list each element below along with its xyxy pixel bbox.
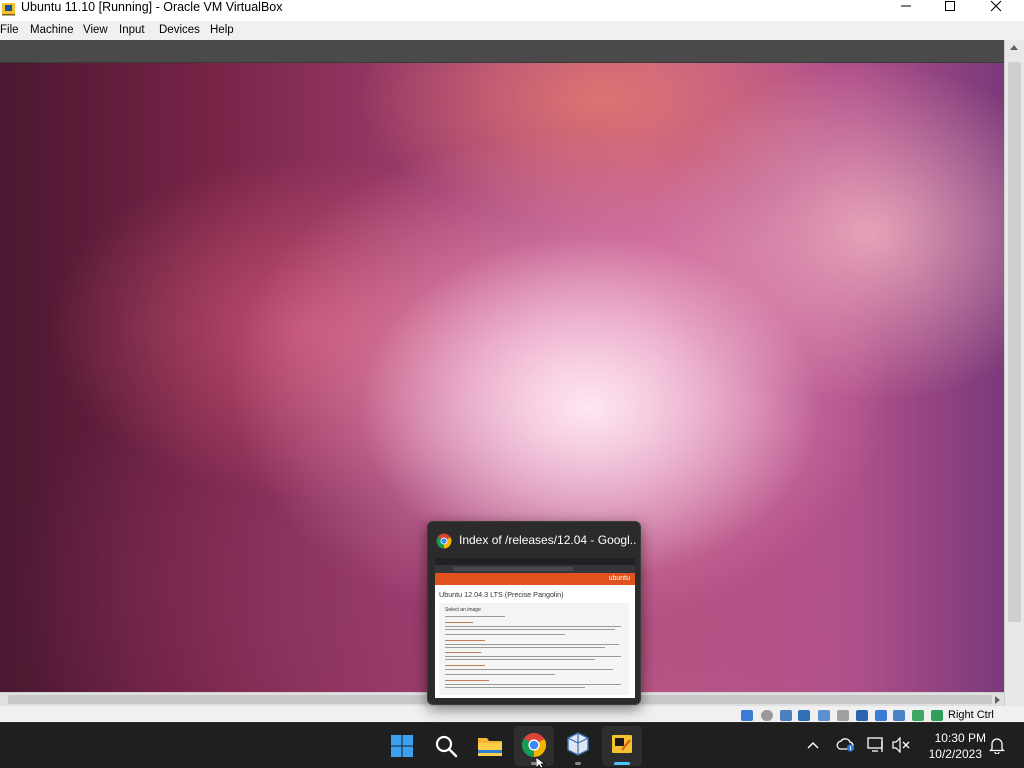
- file-explorer-icon: [478, 738, 502, 756]
- virtualbox-icon: [567, 732, 589, 756]
- thumbnail-tab-strip: [435, 558, 635, 565]
- menu-input[interactable]: Input: [119, 23, 145, 37]
- optical-drive-icon[interactable]: [761, 710, 773, 721]
- thumbnail-page-heading: Ubuntu 12.04.3 LTS (Precise Pangolin): [439, 590, 564, 599]
- search-icon: [435, 735, 458, 758]
- menu-file[interactable]: File: [0, 23, 19, 37]
- maximize-icon: [945, 1, 955, 11]
- mouse-integration-icon[interactable]: [912, 710, 924, 721]
- vm-status-bar: Right Ctrl: [0, 706, 1024, 722]
- network-icon[interactable]: [867, 737, 885, 753]
- scroll-right-arrow[interactable]: [995, 696, 1000, 704]
- file-explorer-button[interactable]: [470, 726, 510, 766]
- chrome-taskbar-button[interactable]: [514, 726, 554, 766]
- close-icon: [990, 0, 1002, 12]
- menu-help[interactable]: Help: [210, 23, 234, 37]
- vm-window-icon: [612, 735, 632, 753]
- preview-window-title: Index of /releases/12.04 - Googl...: [459, 533, 637, 547]
- maximize-button[interactable]: [927, 0, 973, 21]
- running-indicator: [575, 762, 581, 765]
- cpu-icon[interactable]: [893, 710, 905, 721]
- video-capture-icon[interactable]: [875, 710, 887, 721]
- usb-icon[interactable]: [818, 710, 830, 721]
- host-key-label: Right Ctrl: [948, 709, 994, 721]
- menu-machine[interactable]: Machine: [30, 23, 73, 37]
- thumbnail-subheading: Select an image: [445, 607, 481, 613]
- minimize-icon: [901, 5, 911, 7]
- mouse-cursor-icon: [536, 757, 547, 768]
- start-icon: [391, 735, 413, 757]
- close-button[interactable]: [973, 0, 1019, 21]
- vm-top-strip: [0, 40, 1004, 63]
- scroll-up-arrow[interactable]: [1010, 45, 1018, 50]
- chrome-icon: [436, 533, 452, 549]
- window-title-bar[interactable]: Ubuntu 11.10 [Running] - Oracle VM Virtu…: [0, 0, 1024, 21]
- chrome-icon: [522, 733, 547, 757]
- preview-thumbnail[interactable]: ubuntu Ubuntu 12.04.3 LTS (Precise Pango…: [435, 558, 635, 698]
- host-key-icon[interactable]: [931, 710, 943, 721]
- thumbnail-address-bar: [435, 565, 635, 573]
- thumbnail-ubuntu-logo: ubuntu: [608, 575, 630, 582]
- windows-taskbar: 10:30 PM 10/2/2023: [0, 722, 1024, 768]
- chrome-window-preview[interactable]: Index of /releases/12.04 - Googl... ubun…: [427, 521, 641, 705]
- active-window-indicator: [614, 762, 630, 765]
- menu-devices[interactable]: Devices: [159, 23, 200, 37]
- display-icon[interactable]: [856, 710, 868, 721]
- menu-bar: File Machine View Input Devices Help: [0, 21, 1024, 40]
- onedrive-icon[interactable]: [836, 737, 856, 753]
- thumbnail-content: Select an image: [439, 603, 629, 695]
- vertical-scroll-thumb[interactable]: [1008, 62, 1021, 622]
- clock-time[interactable]: 10:30 PM: [926, 731, 986, 745]
- vm-window-taskbar-button[interactable]: [602, 726, 642, 766]
- audio-icon[interactable]: [780, 710, 792, 721]
- search-button[interactable]: [426, 726, 466, 766]
- vertical-scrollbar[interactable]: [1004, 40, 1024, 728]
- hard-disk-icon[interactable]: [741, 710, 753, 721]
- clock-date[interactable]: 10/2/2023: [926, 747, 982, 761]
- menu-view[interactable]: View: [83, 23, 108, 37]
- start-button[interactable]: [382, 726, 422, 766]
- volume-muted-icon[interactable]: [892, 737, 910, 753]
- thumbnail-ubuntu-header: ubuntu: [435, 573, 635, 585]
- minimize-button[interactable]: [883, 0, 929, 21]
- notification-bell-icon[interactable]: [989, 736, 1005, 754]
- virtualbox-manager-button[interactable]: [558, 726, 598, 766]
- virtualbox-app-icon: [2, 3, 15, 16]
- shared-folders-icon[interactable]: [837, 710, 849, 721]
- show-hidden-icons-chevron[interactable]: [807, 741, 819, 749]
- network-icon[interactable]: [798, 710, 810, 721]
- window-title: Ubuntu 11.10 [Running] - Oracle VM Virtu…: [21, 0, 283, 14]
